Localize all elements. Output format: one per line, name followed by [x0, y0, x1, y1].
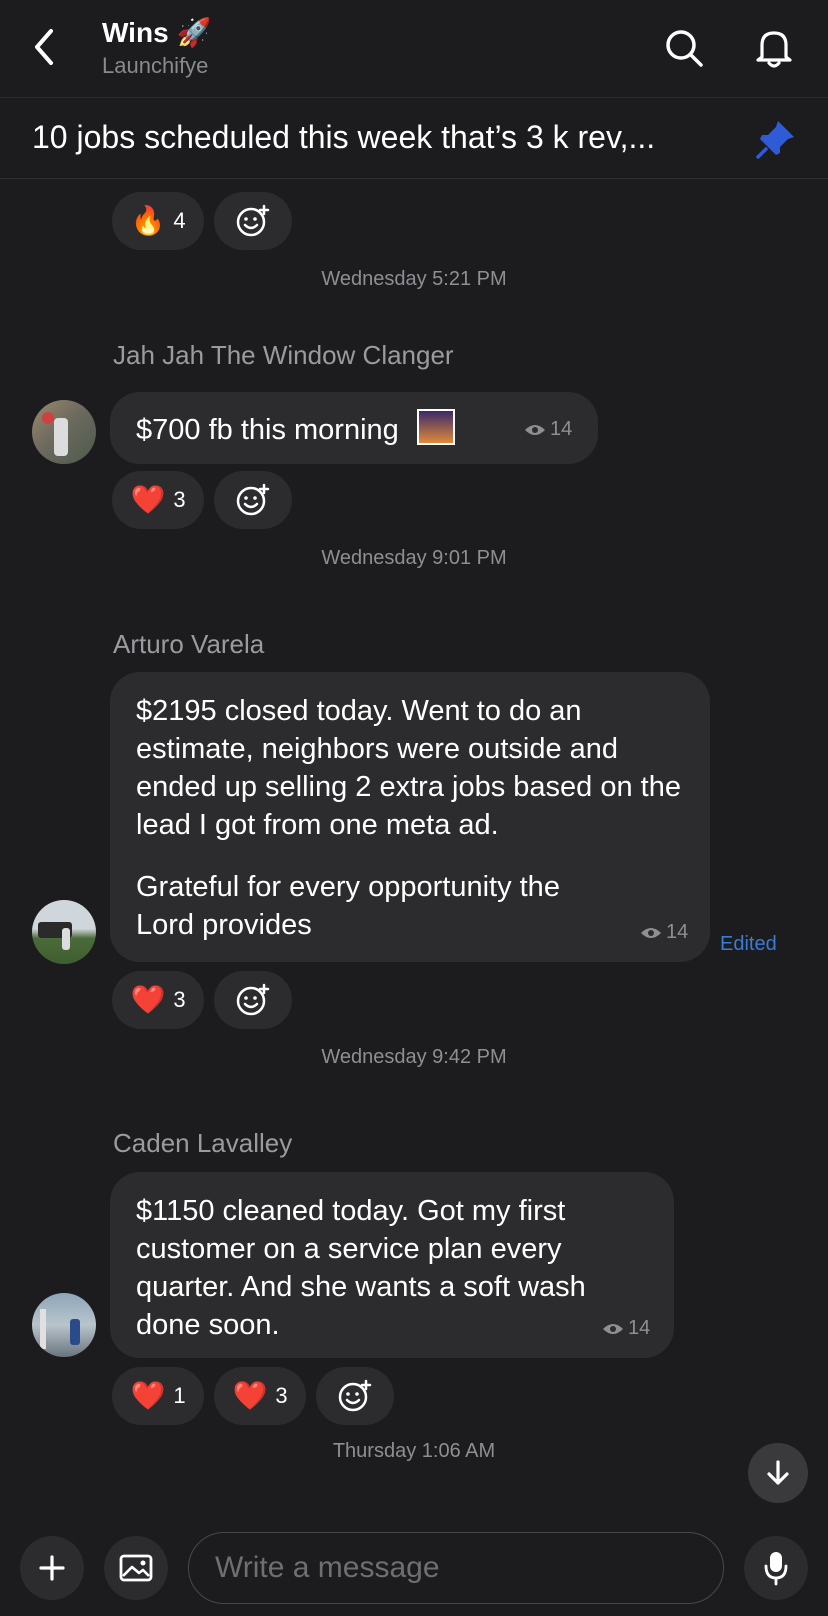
avatar[interactable] [32, 400, 96, 464]
add-emoji-icon [236, 204, 270, 237]
search-icon [666, 30, 703, 67]
message-text: $1150 cleaned today. Got my first custom… [136, 1195, 586, 1341]
view-count: 14 [640, 921, 688, 944]
chat-title-block[interactable]: Wins 🚀 Launchifye [102, 16, 212, 79]
date-separator: Wednesday 9:01 PM [321, 547, 507, 569]
scroll-to-bottom-button[interactable] [748, 1443, 808, 1503]
reaction-count: 3 [173, 987, 186, 1012]
sender-name: Arturo Varela [113, 629, 265, 659]
view-count-text: 14 [666, 921, 689, 943]
reaction-heart[interactable]: ❤️ 3 [112, 971, 204, 1029]
message-bubble[interactable]: $1150 cleaned today. Got my first custom… [110, 1172, 674, 1358]
date-separator: Thursday 1:06 AM [332, 1440, 496, 1462]
view-count: 14 [602, 1317, 650, 1340]
eye-icon [603, 1323, 623, 1334]
add-reaction-button[interactable] [214, 192, 292, 250]
message-bubble[interactable]: $2195 closed today. Went to do an estima… [110, 672, 710, 962]
heart-icon: ❤️ [130, 984, 166, 1015]
reaction-heart[interactable]: ❤️ 1 [112, 1367, 204, 1425]
chat-title: Wins 🚀 [102, 16, 212, 49]
message-input[interactable] [188, 1532, 724, 1604]
rocket-icon: 🚀 [176, 17, 212, 48]
reaction-count: 1 [173, 1383, 186, 1408]
bell-icon [756, 31, 792, 68]
heart-icon: ❤️ [232, 1380, 268, 1411]
edited-label: Edited [720, 933, 777, 955]
date-separator: Wednesday 5:21 PM [321, 268, 507, 290]
back-button[interactable] [22, 22, 66, 72]
chevron-left-icon [35, 29, 53, 65]
view-count-text: 14 [628, 1317, 651, 1339]
add-reaction-button[interactable] [214, 971, 292, 1029]
eye-icon [641, 927, 661, 938]
view-count: 14 [524, 418, 572, 441]
eye-icon [525, 424, 545, 435]
search-button[interactable] [660, 24, 708, 72]
voice-message-button[interactable] [744, 1536, 808, 1600]
add-emoji-icon [236, 983, 270, 1016]
chat-header: Wins 🚀 Launchifye [0, 0, 828, 98]
notifications-button[interactable] [750, 24, 798, 72]
avatar[interactable] [32, 1293, 96, 1357]
reaction-fire[interactable]: 🔥 4 [112, 192, 204, 250]
message-text: $2195 closed today. Went to do an estima… [136, 695, 681, 841]
heart-icon: ❤️ [130, 484, 166, 515]
add-reaction-button[interactable] [214, 471, 292, 529]
message-composer [0, 1520, 828, 1616]
plus-icon [39, 1555, 65, 1581]
pinned-message-bar[interactable]: 10 jobs scheduled this week that’s 3 k r… [0, 99, 828, 179]
sender-name: Caden Lavalley [113, 1128, 293, 1158]
add-attachment-button[interactable] [20, 1536, 84, 1600]
heart-icon: ❤️ [130, 1380, 166, 1411]
add-emoji-icon [236, 483, 270, 516]
date-separator: Wednesday 9:42 PM [321, 1046, 507, 1068]
message-feed[interactable]: 🔥 4 Wednesday 5:21 PM Jah Jah The Window… [0, 180, 828, 1520]
pin-icon [756, 121, 794, 159]
arrow-down-icon [767, 1460, 789, 1485]
message-text: Grateful for every opportunity the Lord … [136, 871, 560, 941]
image-picker-button[interactable] [104, 1536, 168, 1600]
microphone-icon [764, 1552, 788, 1586]
add-emoji-icon [338, 1379, 372, 1412]
sender-name: Jah Jah The Window Clanger [113, 340, 454, 370]
image-icon [416, 409, 455, 445]
chat-title-text: Wins [102, 16, 169, 48]
reaction-heart[interactable]: ❤️ 3 [112, 471, 204, 529]
fire-icon: 🔥 [130, 205, 166, 236]
view-count-text: 14 [550, 418, 573, 440]
reaction-count: 3 [275, 1383, 288, 1408]
avatar[interactable] [32, 900, 96, 964]
chat-subtitle: Launchifye [102, 53, 209, 78]
image-icon [119, 1554, 153, 1582]
message-text: $700 fb this morning [136, 414, 399, 446]
reaction-heart[interactable]: ❤️ 3 [214, 1367, 306, 1425]
reaction-count: 3 [173, 487, 186, 512]
reaction-count: 4 [173, 208, 186, 233]
pinned-message-text: 10 jobs scheduled this week that’s 3 k r… [32, 119, 656, 155]
add-reaction-button[interactable] [316, 1367, 394, 1425]
